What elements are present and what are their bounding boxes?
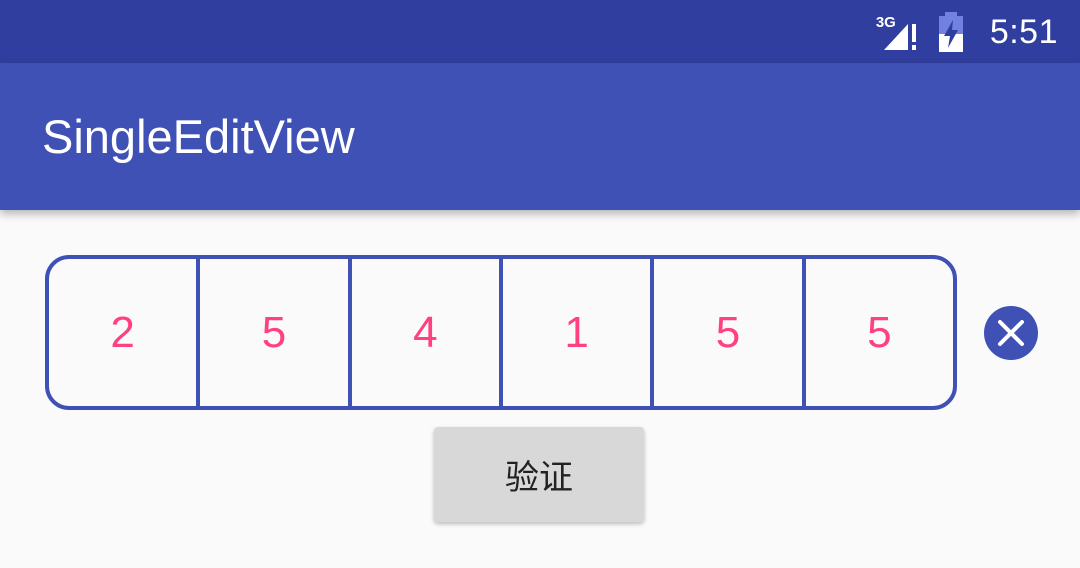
status-time: 5:51 xyxy=(989,12,1058,51)
code-digit-4[interactable]: 1 xyxy=(503,259,655,406)
code-digit-6[interactable]: 5 xyxy=(806,259,953,406)
signal-3g-icon: 3G xyxy=(874,12,922,52)
verification-code-input[interactable]: 2 5 4 1 5 5 xyxy=(45,255,957,410)
code-digit-1[interactable]: 2 xyxy=(49,259,201,406)
clear-button[interactable] xyxy=(984,306,1038,360)
code-digit-5[interactable]: 5 xyxy=(654,259,806,406)
app-title: SingleEditView xyxy=(42,110,355,163)
code-digit-2[interactable]: 5 xyxy=(200,259,352,406)
status-bar: 3G 5:51 xyxy=(0,0,1080,63)
battery-charging-icon xyxy=(936,12,966,52)
app-bar: SingleEditView xyxy=(0,63,1080,210)
verify-button[interactable]: 验证 xyxy=(434,427,644,522)
status-icons: 3G 5:51 xyxy=(874,8,1058,56)
close-icon xyxy=(998,320,1024,346)
code-digit-3[interactable]: 4 xyxy=(352,259,503,406)
